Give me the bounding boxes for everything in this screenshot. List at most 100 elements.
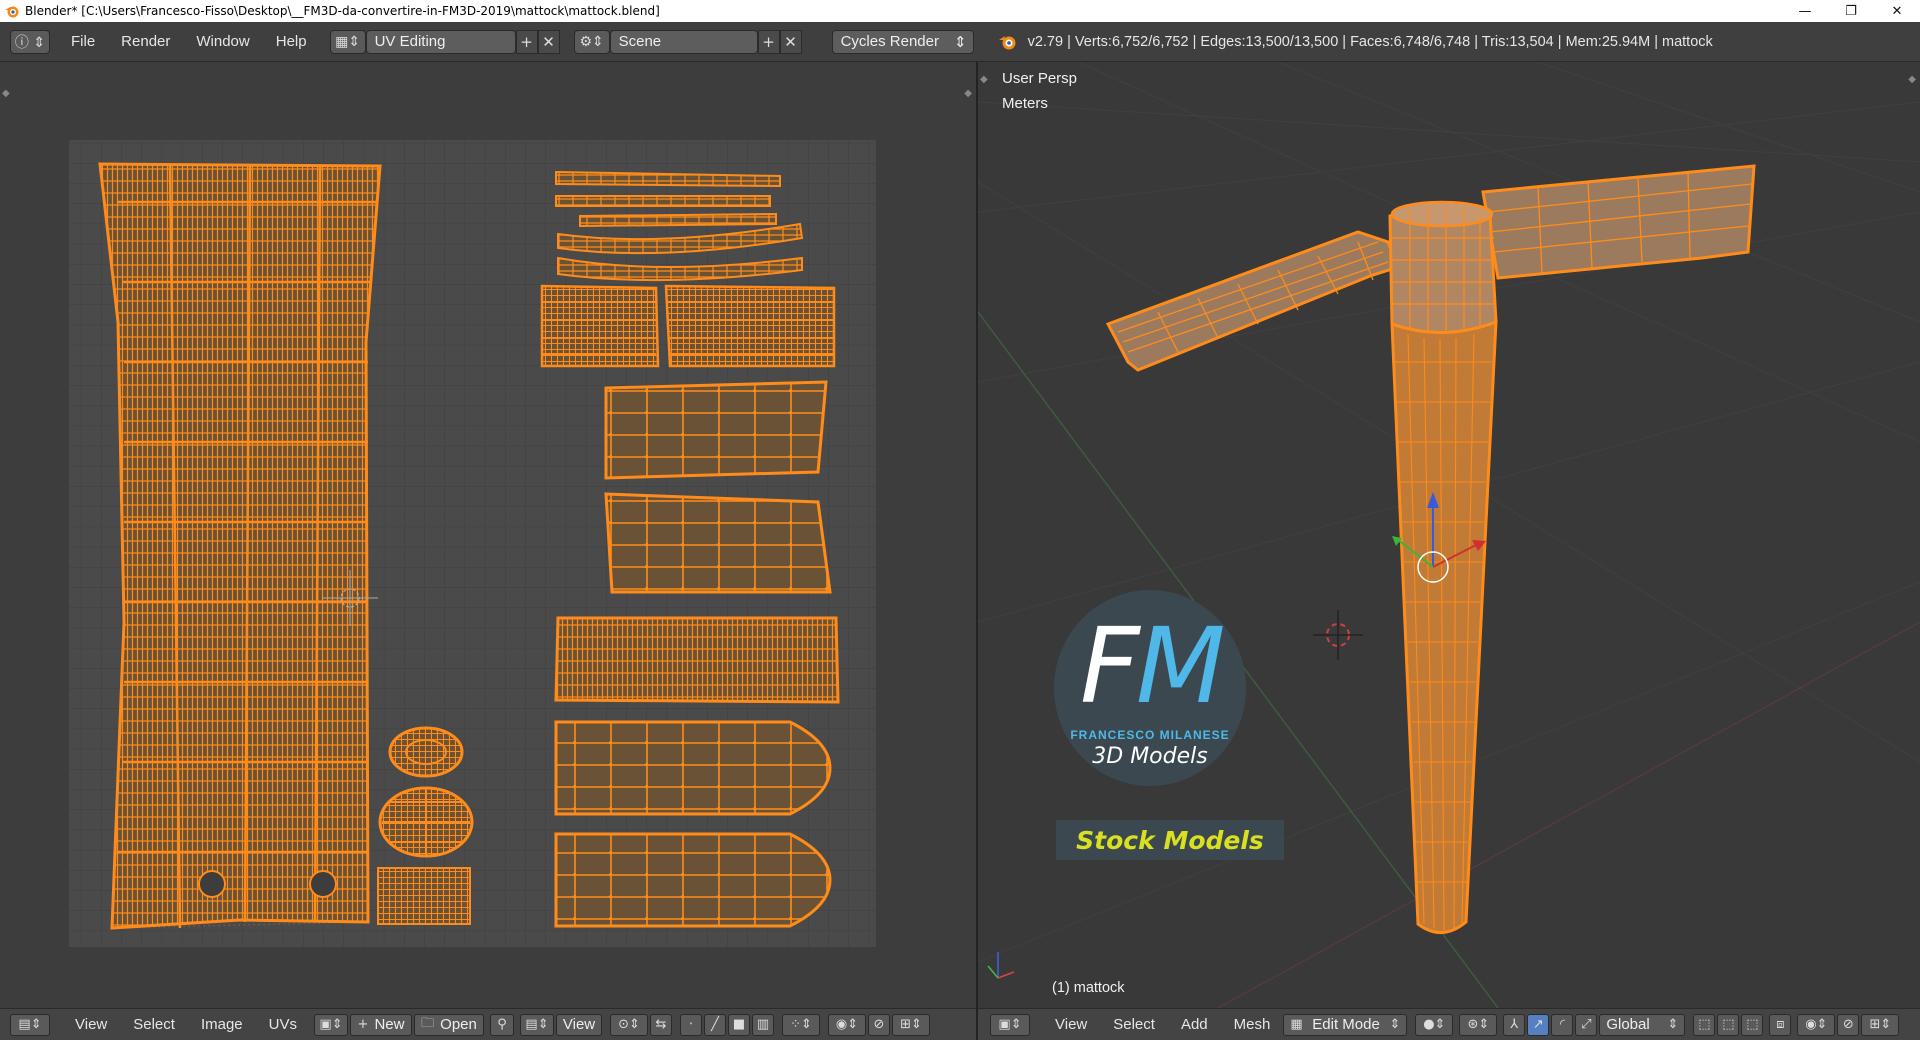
uv-island-handle [98,162,382,930]
magnet-icon: ⊘ [873,1017,885,1032]
edge-select-mode-button[interactable]: ⬚ [1717,1013,1740,1036]
screen-layout-field[interactable]: UV Editing [365,29,516,54]
vertex-select-mode-button[interactable]: ⬚ [1693,1013,1716,1036]
sticky-select-button[interactable]: ⁘⇕ [782,1013,820,1036]
viewport-shading-button[interactable]: ●⇕ [1415,1013,1454,1036]
vp-menu-mesh[interactable]: Mesh [1221,1016,1284,1033]
select-vertex-button[interactable]: ⋅ [680,1013,702,1036]
uv-view-label: View [562,1016,596,1033]
select-island-button[interactable]: ▥ [752,1013,774,1036]
proportional-edit-button[interactable]: ◉⇕ [828,1013,866,1036]
uv-island-cap-top [388,726,464,778]
add-layout-button[interactable]: + [515,29,538,54]
uv-menu-image[interactable]: Image [188,1016,256,1033]
manipulator-toggle-button[interactable]: ⅄ [1503,1013,1526,1036]
watermark-brand: FRANCESCO MILANESE [1070,728,1230,742]
pivot-point-button[interactable]: ⊛⇕ [1459,1013,1498,1036]
menu-help[interactable]: Help [263,33,320,50]
chevron-updown-icon: ⇕ [954,33,967,51]
add-scene-button[interactable]: + [757,29,780,54]
rotate-icon: ◜ [1559,1017,1565,1032]
render-engine-dropdown[interactable]: Cycles Render ⇕ [831,29,974,54]
delete-scene-button[interactable]: ✕ [779,29,802,54]
transform-orientation-dropdown[interactable]: Global ⇕ [1599,1013,1686,1036]
view-icon: ▤⇕ [525,1017,549,1032]
rotate-manipulator-button[interactable]: ◜ [1551,1013,1574,1036]
folder-icon: 🗀 [421,1015,435,1031]
3d-cursor[interactable] [1313,610,1363,660]
region-expand-icon[interactable]: ◆ [980,74,988,85]
editor-type-uv-button[interactable]: ▤⇕ [10,1013,50,1036]
open-image-button[interactable]: 🗀 Open [414,1013,484,1036]
pivot-button[interactable]: ⊙⇕ [610,1013,648,1036]
uv-menu-uvs[interactable]: UVs [256,1016,310,1033]
browse-image-button[interactable]: ▣⇕ [314,1013,348,1036]
scene-field[interactable]: Scene [609,29,758,54]
snap-element-button[interactable]: ⊞⇕ [1861,1013,1900,1036]
pivot-icon: ⊙⇕ [618,1017,640,1032]
view-mode-icon-button[interactable]: ▤⇕ [520,1013,554,1036]
region-expand-icon[interactable]: ◆ [1908,74,1916,85]
vp-menu-add[interactable]: Add [1168,1016,1221,1033]
maximize-button[interactable]: ❐ [1828,0,1874,22]
uv-menu-select[interactable]: Select [120,1016,188,1033]
chevron-updown-icon: ⇕ [1389,1017,1401,1032]
snap-toggle-button[interactable]: ⊘ [1837,1013,1860,1036]
uv-canvas[interactable] [0,62,976,1008]
uv-island-blade-bottom [604,492,832,594]
unit-system: Meters [1002,95,1048,112]
uv-view-dropdown[interactable]: View [556,1013,602,1036]
chevron-updown-icon: ⇕ [1667,1017,1679,1032]
snap-toggle-button[interactable]: ⊘ [868,1013,890,1036]
vertex-select-icon: ⬚ [1698,1017,1711,1032]
translate-manipulator-button[interactable]: ↗ [1527,1013,1550,1036]
scene-statistics: v2.79 | Verts:6,752/6,752 | Edges:13,500… [1027,33,1713,50]
title-bar: Blender* [C:\Users\Francesco-Fisso\Deskt… [0,0,1920,22]
uv-island-head-band [554,616,840,704]
uv-island-ring [377,867,471,925]
uv-menu-view[interactable]: View [62,1016,120,1033]
region-expand-icon[interactable]: ◆ [964,88,972,99]
delete-layout-button[interactable]: ✕ [537,29,560,54]
select-edge-button[interactable]: ╱ [704,1013,726,1036]
screen-layout-selector[interactable]: ▦⇕ [329,29,366,54]
uv-island-pick-1 [554,720,832,816]
menu-render[interactable]: Render [108,33,183,50]
scale-manipulator-button[interactable]: ⤢ [1575,1013,1598,1036]
menu-window[interactable]: Window [183,33,262,50]
pin-button[interactable]: ⚲ [490,1013,514,1036]
limit-selection-button[interactable]: ⧈ [1769,1013,1792,1036]
select-face-button[interactable]: ■ [728,1013,750,1036]
sync-selection-button[interactable]: ⇆ [650,1013,672,1036]
sticky-icon: ⁘⇕ [790,1017,812,1032]
minimize-button[interactable]: — [1782,0,1828,22]
close-window-button[interactable]: ✕ [1874,0,1920,22]
manipulator-icon: ⅄ [1510,1017,1519,1032]
cube-icon: ▣⇕ [998,1017,1022,1032]
editor-type-3d-button[interactable]: ▣⇕ [990,1013,1030,1036]
pivot-icon: ⊛⇕ [1467,1017,1490,1032]
orientation-label: Global [1606,1016,1650,1033]
mattock-mesh[interactable] [1105,164,1756,934]
menu-file[interactable]: File [58,33,108,50]
watermark-badge: Stock Models [1056,820,1284,860]
face-select-mode-button[interactable]: ⬚ [1741,1013,1764,1036]
snap-element-button[interactable]: ⊞⇕ [892,1013,930,1036]
scene-icon: ⚙⇕ [579,33,604,50]
viewport-canvas[interactable] [978,62,1920,1008]
plus-icon: + [357,1017,369,1032]
uv-island-pick-2 [554,832,832,928]
new-image-button[interactable]: + New [350,1013,412,1036]
sync-icon: ⇆ [655,1017,667,1032]
vp-menu-select[interactable]: Select [1100,1016,1168,1033]
vp-menu-view[interactable]: View [1042,1016,1100,1033]
uv-image-editor[interactable]: ◆ ◆ [0,62,976,1008]
proportional-edit-button[interactable]: ◉⇕ [1797,1013,1836,1036]
editor-type-info-button[interactable]: ⓘ ⇕ [10,29,50,54]
fm-logo-text: FM [1080,605,1226,727]
region-expand-icon[interactable]: ◆ [2,88,10,99]
3d-viewport[interactable]: User Persp Meters (1) mattock ◆ ◆ FM FRA… [978,62,1920,1008]
mode-dropdown[interactable]: ▦ Edit Mode ⇕ [1283,1013,1408,1036]
scene-selector[interactable]: ⚙⇕ [573,29,610,54]
info-header: ⓘ ⇕ File Render Window Help ▦⇕ UV Editin… [0,22,1920,62]
